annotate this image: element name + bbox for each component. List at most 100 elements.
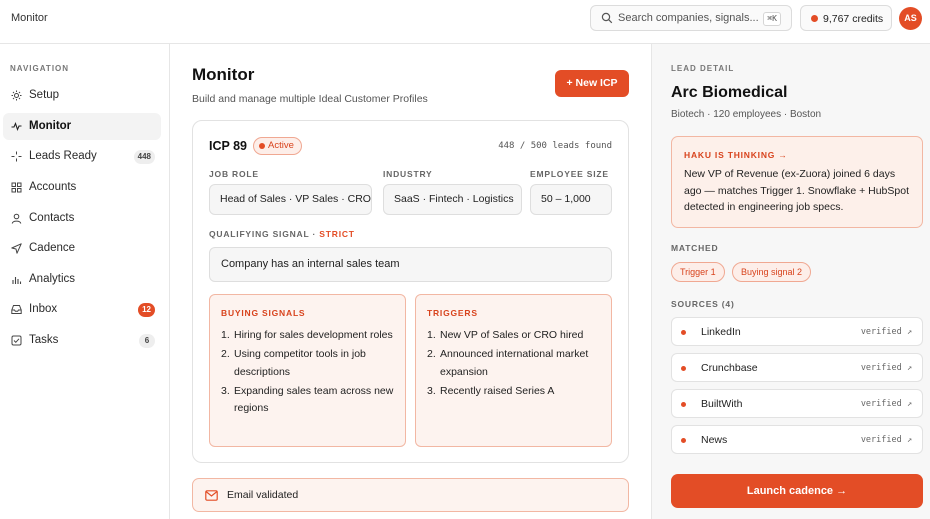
trigger-text: Announced international market expansion: [440, 348, 589, 378]
credits-label: 9,767 credits: [823, 13, 884, 25]
source-dot-icon: [681, 438, 686, 443]
list-item: 1. Hiring for sales development roles: [221, 329, 393, 341]
leads-found-count: 448 / 500 leads found: [498, 141, 612, 151]
inbox-icon: [11, 305, 22, 314]
trigger-text: Recently raised Series A: [440, 384, 555, 397]
sidebar: NAVIGATION Setup Monitor Leads Ready 448…: [0, 44, 170, 519]
tasks-count-badge: 6: [139, 334, 155, 348]
source-name: LinkedIn: [701, 326, 741, 338]
source-status: verified ↗: [860, 363, 912, 373]
app-title: Monitor: [11, 12, 48, 24]
mail-icon: [205, 490, 218, 501]
strict-mode-label: STRICT: [319, 229, 355, 239]
buying-signal-text: Hiring for sales development roles: [234, 329, 393, 341]
company-name: Arc Biomedical: [671, 84, 788, 101]
triggers-panel: TRIGGERS 1. New VP of Sales or CRO hired …: [415, 294, 612, 447]
sidebar-item-label: Setup: [29, 89, 60, 101]
source-name: Crunchbase: [701, 362, 758, 374]
industry-label: INDUSTRY: [383, 169, 433, 179]
source-name: BuiltWith: [701, 398, 743, 410]
search-placeholder: Search companies, signals...: [618, 12, 759, 24]
buying-signals-panel: BUYING SIGNALS 1. Hiring for sales develo…: [209, 294, 406, 447]
thinking-text: New VP of Revenue (ex-Zuora) joined 6 da…: [684, 168, 909, 213]
search-icon: [601, 12, 613, 24]
top-bar: Monitor Search companies, signals... ⌘K …: [0, 0, 930, 44]
lead-detail-heading: LEAD DETAIL: [671, 64, 735, 73]
source-dot-icon: [681, 330, 686, 335]
source-item-news[interactable]: News verified ↗: [671, 425, 923, 454]
source-item-crunchbase[interactable]: Crunchbase verified ↗: [671, 353, 923, 382]
thinking-card[interactable]: HAKU IS THINKING → New VP of Revenue (ex…: [671, 136, 923, 228]
new-icp-button[interactable]: + New ICP: [555, 70, 629, 97]
buying-signals-heading: BUYING SIGNALS: [221, 308, 306, 318]
icp-card[interactable]: ICP 89 Active 448 / 500 leads found JOB …: [192, 120, 629, 463]
lead-detail-panel: LEAD DETAIL Arc Biomedical Biotech · 120…: [651, 44, 930, 519]
source-status: verified ↗: [860, 435, 912, 445]
sidebar-item-contacts[interactable]: Contacts: [3, 205, 161, 232]
matched-heading: MATCHED: [671, 243, 719, 253]
sidebar-item-label: Tasks: [29, 334, 59, 346]
job-role-label: JOB ROLE: [209, 169, 259, 179]
status-badge: Active: [253, 137, 302, 155]
email-validated-bar[interactable]: Email validated: [192, 478, 629, 512]
sidebar-item-monitor[interactable]: Monitor: [3, 113, 161, 140]
matched-chip[interactable]: Trigger 1: [671, 262, 725, 282]
source-dot-icon: [681, 366, 686, 371]
source-dot-icon: [681, 402, 686, 407]
list-item: 3. Expanding sales team across new region…: [221, 384, 394, 415]
sidebar-item-label: Monitor: [29, 120, 72, 132]
list-item: 1. New VP of Sales or CRO hired: [427, 329, 584, 341]
qualifying-signal-label: QUALIFYING SIGNAL · STRICT: [209, 229, 355, 239]
search-shortcut: ⌘K: [763, 12, 781, 26]
buying-signal-text: Expanding sales team across new regions: [234, 384, 394, 415]
user-icon: [11, 213, 22, 224]
employee-size-field[interactable]: 50 – 1,000: [530, 184, 612, 215]
sidebar-item-inbox[interactable]: Inbox 12: [3, 296, 161, 323]
qualifying-signal-field[interactable]: Company has an internal sales team: [209, 247, 612, 282]
source-item-builtwith[interactable]: BuiltWith verified ↗: [671, 389, 923, 418]
sidebar-item-label: Inbox: [29, 303, 58, 315]
employee-size-label: EMPLOYEE SIZE: [530, 169, 609, 179]
industry-field[interactable]: SaaS · Fintech · Logistics: [383, 184, 522, 215]
page-subtitle: Build and manage multiple Ideal Customer…: [192, 93, 428, 105]
source-status: verified ↗: [860, 399, 912, 409]
source-name: News: [701, 434, 728, 446]
leads-count-badge: 448: [133, 150, 155, 164]
sidebar-item-label: Analytics: [29, 273, 76, 285]
sidebar-item-analytics[interactable]: Analytics: [3, 266, 161, 293]
matched-chip[interactable]: Buying signal 2: [732, 262, 812, 282]
gear-icon: [11, 90, 22, 101]
source-item-linkedin[interactable]: LinkedIn verified ↗: [671, 317, 923, 346]
buying-signal-text: Using competitor tools in job descriptio…: [234, 348, 366, 378]
avatar[interactable]: AS: [899, 7, 922, 30]
main-content: Monitor Build and manage multiple Ideal …: [171, 44, 651, 519]
job-role-field[interactable]: Head of Sales · VP Sales · CRO: [209, 184, 372, 215]
list-item: 3. Recently raised Series A: [427, 384, 555, 397]
sidebar-item-accounts[interactable]: Accounts: [3, 174, 161, 201]
qualifying-label-text: QUALIFYING SIGNAL ·: [209, 229, 320, 239]
nav-heading: NAVIGATION: [10, 64, 70, 73]
launch-cadence-button[interactable]: Launch cadence →: [671, 474, 923, 508]
company-meta: Biotech · 120 employees · Boston: [671, 109, 822, 120]
sidebar-item-label: Cadence: [29, 242, 76, 254]
sidebar-item-cadence[interactable]: Cadence: [3, 235, 161, 262]
inbox-count-badge: 12: [138, 303, 155, 317]
email-status-text: Email validated: [227, 489, 299, 501]
credits-dot-icon: [811, 15, 818, 22]
sidebar-item-label: Accounts: [29, 181, 77, 193]
list-item: 2. Using competitor tools in job descript…: [221, 348, 366, 378]
send-icon: [11, 243, 22, 254]
search-input[interactable]: Search companies, signals... ⌘K: [590, 5, 792, 31]
sidebar-item-tasks[interactable]: Tasks 6: [3, 327, 161, 354]
target-icon: [11, 151, 22, 162]
sidebar-item-leads-ready[interactable]: Leads Ready 448: [3, 143, 161, 170]
trigger-text: New VP of Sales or CRO hired: [440, 329, 584, 341]
sidebar-item-setup[interactable]: Setup: [3, 82, 161, 109]
list-item: 2. Announced international market expansi…: [427, 348, 589, 378]
credits-button[interactable]: 9,767 credits: [800, 5, 892, 31]
page-title: Monitor: [192, 65, 255, 84]
grid-icon: [11, 182, 22, 193]
sidebar-item-label: Leads Ready: [29, 150, 97, 162]
sources-heading: SOURCES (4): [671, 299, 735, 309]
check-square-icon: [11, 335, 22, 346]
